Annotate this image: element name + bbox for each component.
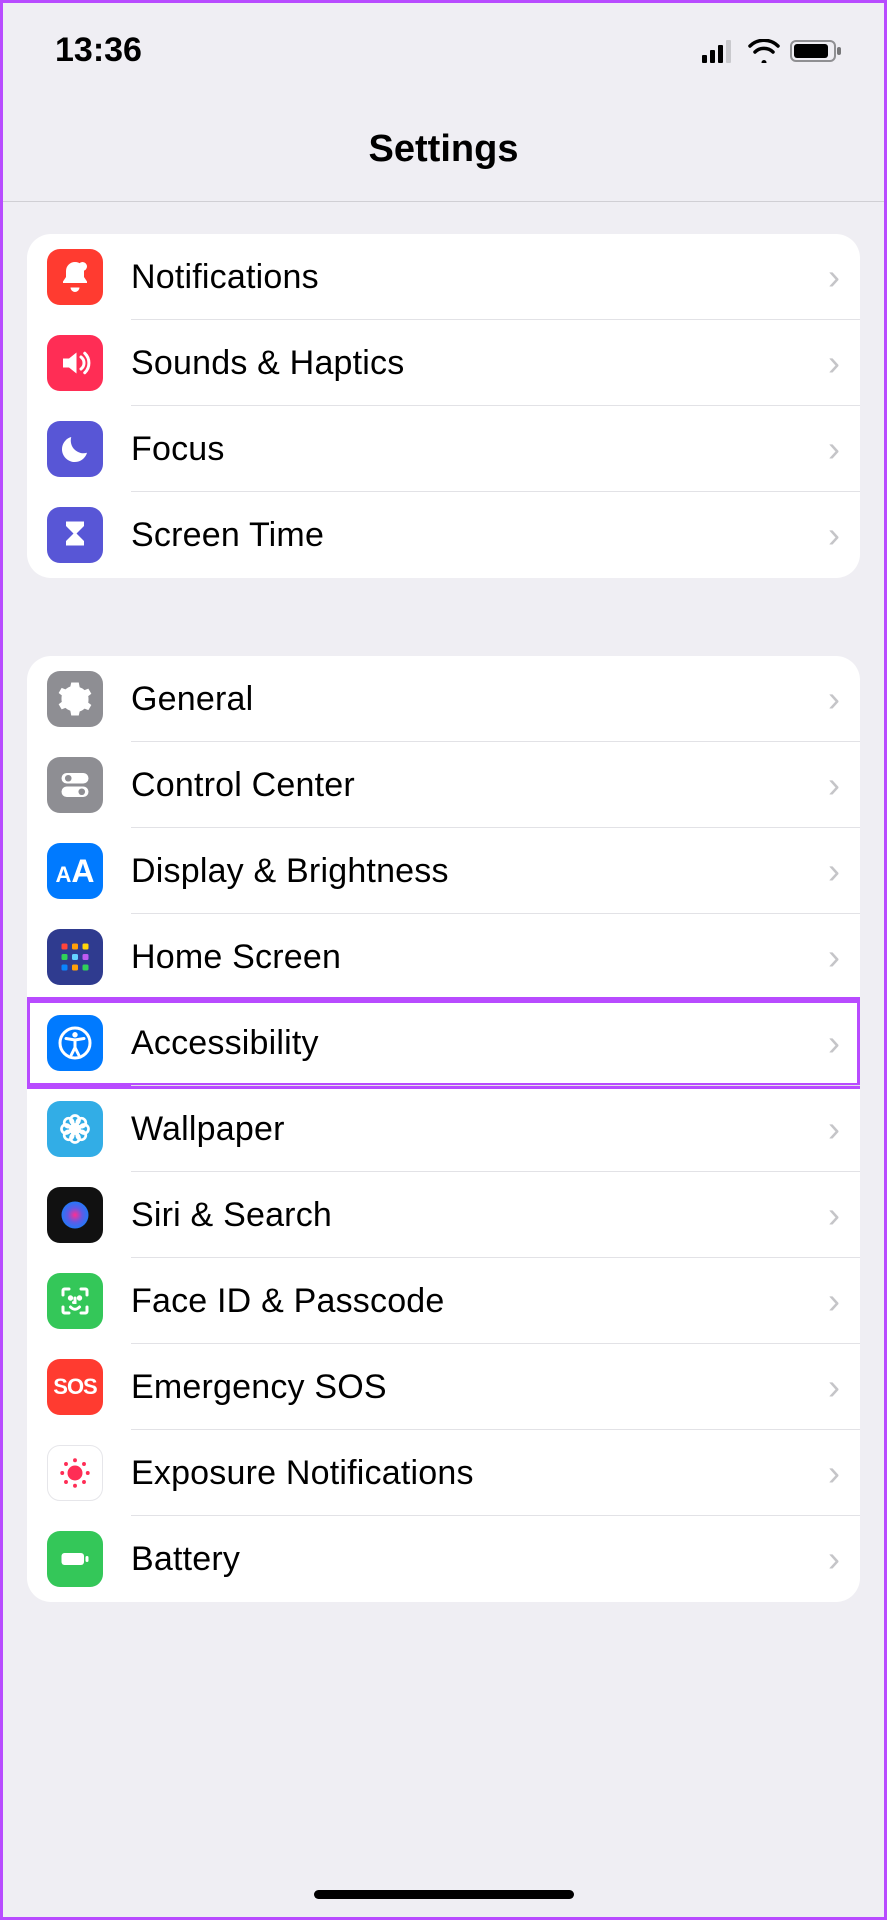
chevron-right-icon: › — [828, 850, 840, 892]
battery-fill-icon — [47, 1531, 103, 1587]
row-control-center[interactable]: Control Center › — [27, 742, 860, 828]
chevron-right-icon: › — [828, 1108, 840, 1150]
row-exposure-notifications[interactable]: Exposure Notifications › — [27, 1430, 860, 1516]
chevron-right-icon: › — [828, 256, 840, 298]
home-grid-icon — [47, 929, 103, 985]
row-accessibility[interactable]: Accessibility › — [27, 1000, 860, 1086]
text-size-icon: AA — [47, 843, 103, 899]
row-general[interactable]: General › — [27, 656, 860, 742]
row-label: Focus — [131, 430, 818, 469]
flower-icon — [47, 1101, 103, 1157]
chevron-right-icon: › — [828, 1452, 840, 1494]
gear-icon — [47, 671, 103, 727]
chevron-right-icon: › — [828, 1022, 840, 1064]
hourglass-icon — [47, 507, 103, 563]
row-faceid-passcode[interactable]: Face ID & Passcode › — [27, 1258, 860, 1344]
chevron-right-icon: › — [828, 1538, 840, 1580]
chevron-right-icon: › — [828, 1366, 840, 1408]
row-label: Accessibility — [131, 1024, 818, 1063]
speaker-icon — [47, 335, 103, 391]
row-label: Siri & Search — [131, 1196, 818, 1235]
row-label: Notifications — [131, 258, 818, 297]
row-label: Battery — [131, 1540, 818, 1579]
siri-icon — [47, 1187, 103, 1243]
row-label: Screen Time — [131, 516, 818, 555]
row-label: Display & Brightness — [131, 852, 818, 891]
exposure-icon — [47, 1445, 103, 1501]
chevron-right-icon: › — [828, 428, 840, 470]
row-label: Exposure Notifications — [131, 1454, 818, 1493]
row-focus[interactable]: Focus › — [27, 406, 860, 492]
row-label: General — [131, 680, 818, 719]
chevron-right-icon: › — [828, 1280, 840, 1322]
chevron-right-icon: › — [828, 678, 840, 720]
row-label: Home Screen — [131, 938, 818, 977]
accessibility-icon — [47, 1015, 103, 1071]
wifi-icon — [748, 39, 780, 63]
row-label: Emergency SOS — [131, 1368, 818, 1407]
row-label: Sounds & Haptics — [131, 344, 818, 383]
sos-icon: SOS — [47, 1359, 103, 1415]
chevron-right-icon: › — [828, 1194, 840, 1236]
status-bar: 13:36 — [3, 3, 884, 80]
row-battery[interactable]: Battery › — [27, 1516, 860, 1602]
row-label: Wallpaper — [131, 1110, 818, 1149]
faceid-icon — [47, 1273, 103, 1329]
toggles-icon — [47, 757, 103, 813]
battery-icon — [790, 39, 842, 63]
bell-icon — [47, 249, 103, 305]
cellular-icon — [702, 39, 738, 63]
row-screen-time[interactable]: Screen Time › — [27, 492, 860, 578]
row-display-brightness[interactable]: AA Display & Brightness › — [27, 828, 860, 914]
settings-group: Notifications › Sounds & Haptics › Focus… — [27, 234, 860, 578]
row-label: Control Center — [131, 766, 818, 805]
row-siri-search[interactable]: Siri & Search › — [27, 1172, 860, 1258]
row-notifications[interactable]: Notifications › — [27, 234, 860, 320]
status-time: 13:36 — [55, 31, 142, 70]
settings-list: Notifications › Sounds & Haptics › Focus… — [3, 234, 884, 1642]
page-title: Settings — [3, 80, 884, 202]
row-label: Face ID & Passcode — [131, 1282, 818, 1321]
settings-group: General › Control Center › AA Display & … — [27, 656, 860, 1602]
row-wallpaper[interactable]: Wallpaper › — [27, 1086, 860, 1172]
chevron-right-icon: › — [828, 514, 840, 556]
chevron-right-icon: › — [828, 342, 840, 384]
moon-icon — [47, 421, 103, 477]
row-sounds-haptics[interactable]: Sounds & Haptics › — [27, 320, 860, 406]
chevron-right-icon: › — [828, 764, 840, 806]
row-home-screen[interactable]: Home Screen › — [27, 914, 860, 1000]
status-indicators — [702, 39, 842, 63]
chevron-right-icon: › — [828, 936, 840, 978]
home-indicator[interactable] — [314, 1890, 574, 1899]
row-emergency-sos[interactable]: SOS Emergency SOS › — [27, 1344, 860, 1430]
